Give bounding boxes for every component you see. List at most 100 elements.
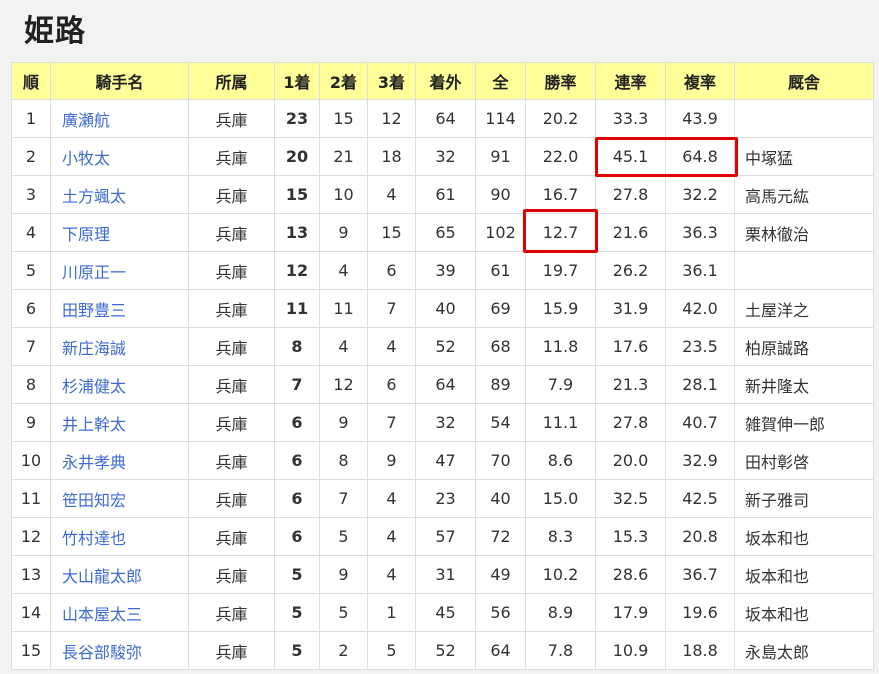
cell-stable: 高馬元紘 — [734, 175, 874, 214]
cell-jockey-name: 土方颯太 — [50, 175, 189, 214]
jockey-link[interactable]: 廣瀬航 — [62, 111, 110, 130]
table-row: 7 新庄海誠 兵庫 8 4 4 52 68 11.8 17.6 23.5 柏原誠路 — [11, 327, 874, 366]
jockey-link[interactable]: 杉浦健太 — [62, 377, 126, 396]
cell-total: 89 — [475, 365, 526, 404]
jockey-link[interactable]: 竹村達也 — [62, 529, 126, 548]
header-first[interactable]: 1着 — [274, 62, 320, 100]
cell-jockey-name: 笹田知宏 — [50, 479, 189, 518]
cell-third: 9 — [367, 441, 416, 480]
table-row: 15 長谷部駿弥 兵庫 5 2 5 52 64 7.8 10.9 18.8 永島太郎 — [11, 631, 874, 670]
cell-affiliation: 兵庫 — [188, 289, 275, 328]
cell-total: 56 — [475, 593, 526, 632]
cell-second: 7 — [319, 479, 368, 518]
cell-rank: 6 — [11, 289, 51, 328]
cell-win-rate: 7.8 — [525, 631, 596, 670]
jockey-link[interactable]: 長谷部駿弥 — [62, 643, 142, 662]
cell-first: 8 — [274, 327, 320, 366]
cell-stable: 田村彰啓 — [734, 441, 874, 480]
header-second[interactable]: 2着 — [319, 62, 368, 100]
cell-rank: 12 — [11, 517, 51, 556]
header-third[interactable]: 3着 — [367, 62, 416, 100]
jockey-link[interactable]: 山本屋太三 — [62, 605, 142, 624]
jockey-link[interactable]: 大山龍太郎 — [62, 567, 142, 586]
jockey-link[interactable]: 永井孝典 — [62, 453, 126, 472]
cell-quinella-rate: 33.3 — [595, 99, 666, 138]
table-row: 10 永井孝典 兵庫 6 8 9 47 70 8.6 20.0 32.9 田村彰啓 — [11, 441, 874, 480]
jockey-link[interactable]: 新庄海誠 — [62, 339, 126, 358]
cell-third: 5 — [367, 631, 416, 670]
cell-show-rate: 20.8 — [665, 517, 735, 556]
jockey-link[interactable]: 小牧太 — [62, 149, 110, 168]
table-row: 3 土方颯太 兵庫 15 10 4 61 90 16.7 27.8 32.2 高馬元紘 — [11, 175, 874, 214]
cell-stable: 坂本和也 — [734, 517, 874, 556]
cell-jockey-name: 大山龍太郎 — [50, 555, 189, 594]
cell-total: 54 — [475, 403, 526, 442]
header-jockey[interactable]: 騎手名 — [50, 62, 189, 100]
cell-first: 6 — [274, 479, 320, 518]
header-stable[interactable]: 厩舎 — [734, 62, 874, 100]
cell-stable: 柏原誠路 — [734, 327, 874, 366]
cell-quinella-rate: 45.1 — [595, 137, 666, 176]
cell-jockey-name: 田野豊三 — [50, 289, 189, 328]
cell-rank: 14 — [11, 593, 51, 632]
cell-quinella-rate: 20.0 — [595, 441, 666, 480]
jockey-link[interactable]: 井上幹太 — [62, 415, 126, 434]
cell-rank: 11 — [11, 479, 51, 518]
cell-show-rate: 32.2 — [665, 175, 735, 214]
cell-win-rate: 8.3 — [525, 517, 596, 556]
header-unplaced[interactable]: 着外 — [415, 62, 476, 100]
cell-total: 90 — [475, 175, 526, 214]
cell-jockey-name: 井上幹太 — [50, 403, 189, 442]
header-total[interactable]: 全 — [475, 62, 526, 100]
cell-third: 18 — [367, 137, 416, 176]
table-row: 13 大山龍太郎 兵庫 5 9 4 31 49 10.2 28.6 36.7 坂本和也 — [11, 555, 874, 594]
cell-affiliation: 兵庫 — [188, 175, 275, 214]
cell-first: 7 — [274, 365, 320, 404]
cell-second: 2 — [319, 631, 368, 670]
table-row: 11 笹田知宏 兵庫 6 7 4 23 40 15.0 32.5 42.5 新子雅司 — [11, 479, 874, 518]
cell-affiliation: 兵庫 — [188, 631, 275, 670]
cell-show-rate: 43.9 — [665, 99, 735, 138]
cell-first: 5 — [274, 593, 320, 632]
cell-show-rate: 64.8 — [665, 137, 735, 176]
cell-affiliation: 兵庫 — [188, 213, 275, 252]
cell-first: 6 — [274, 441, 320, 480]
header-win-rate[interactable]: 勝率 — [525, 62, 596, 100]
cell-stable: 栗林徹治 — [734, 213, 874, 252]
cell-third: 4 — [367, 555, 416, 594]
cell-third: 6 — [367, 365, 416, 404]
cell-affiliation: 兵庫 — [188, 403, 275, 442]
header-show-rate[interactable]: 複率 — [665, 62, 735, 100]
cell-unplaced: 45 — [415, 593, 476, 632]
cell-unplaced: 32 — [415, 403, 476, 442]
table-row: 4 下原理 兵庫 13 9 15 65 102 12.7 21.6 36.3 栗林徹治 — [11, 213, 874, 252]
cell-jockey-name: 永井孝典 — [50, 441, 189, 480]
jockey-ranking-table: 順 騎手名 所属 1着 2着 3着 着外 全 勝率 連率 複率 厩舎 1 廣瀬航兵… — [11, 62, 874, 670]
cell-third: 4 — [367, 479, 416, 518]
jockey-link[interactable]: 笹田知宏 — [62, 491, 126, 510]
jockey-link[interactable]: 下原理 — [62, 225, 110, 244]
jockey-link[interactable]: 土方颯太 — [62, 187, 126, 206]
cell-total: 69 — [475, 289, 526, 328]
cell-quinella-rate: 31.9 — [595, 289, 666, 328]
cell-show-rate: 36.1 — [665, 251, 735, 290]
cell-quinella-rate: 17.9 — [595, 593, 666, 632]
cell-rank: 2 — [11, 137, 51, 176]
cell-show-rate: 42.5 — [665, 479, 735, 518]
jockey-link[interactable]: 川原正一 — [62, 263, 126, 282]
cell-quinella-rate: 27.8 — [595, 175, 666, 214]
cell-unplaced: 57 — [415, 517, 476, 556]
header-rank[interactable]: 順 — [11, 62, 51, 100]
cell-first: 5 — [274, 631, 320, 670]
cell-show-rate: 42.0 — [665, 289, 735, 328]
cell-win-rate: 15.0 — [525, 479, 596, 518]
cell-win-rate: 7.9 — [525, 365, 596, 404]
jockey-link[interactable]: 田野豊三 — [62, 301, 126, 320]
cell-stable: 新子雅司 — [734, 479, 874, 518]
cell-affiliation: 兵庫 — [188, 479, 275, 518]
cell-total: 91 — [475, 137, 526, 176]
cell-second: 4 — [319, 251, 368, 290]
cell-rank: 1 — [11, 99, 51, 138]
header-affiliation[interactable]: 所属 — [188, 62, 275, 100]
header-quinella-rate[interactable]: 連率 — [595, 62, 666, 100]
